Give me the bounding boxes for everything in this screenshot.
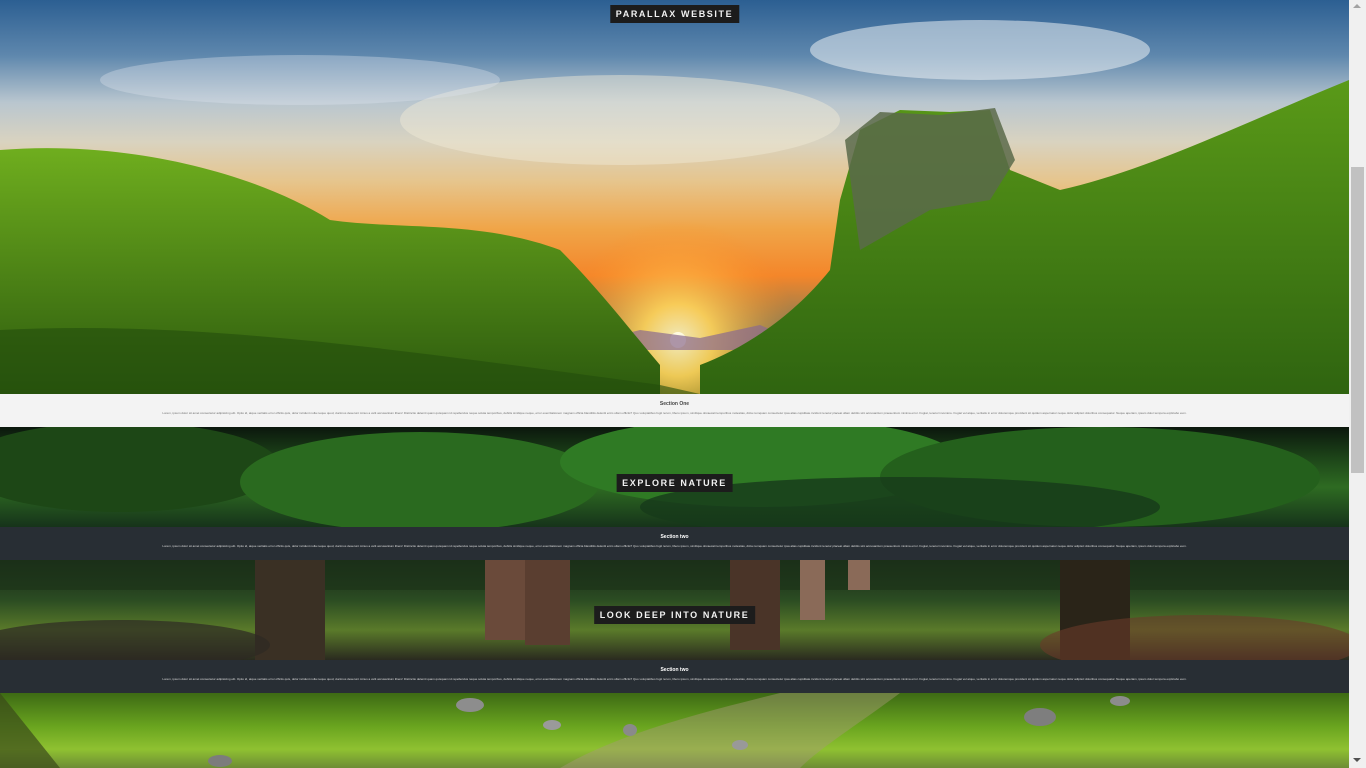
mossy-path-illustration	[0, 693, 1130, 768]
deep-forest-caption: LOOK DEEP INTO NATURE	[593, 606, 756, 624]
section-three-title: Section two	[660, 667, 689, 673]
forest-image: EXPLORE NATURE	[0, 427, 1349, 527]
scroll-down-arrow-icon[interactable]	[1353, 758, 1361, 762]
section-one-title: Section One	[659, 401, 690, 407]
vertical-scrollbar[interactable]	[1349, 0, 1366, 768]
section-one-text: Lorem, ipsum dolor sit amet consectetur …	[162, 411, 1187, 415]
scroll-up-arrow-icon[interactable]	[1353, 4, 1361, 8]
meadow-image	[0, 693, 1349, 768]
valley-sunset-illustration	[0, 20, 1349, 394]
section-three: Section two Lorem, ipsum dolor sit amet …	[0, 660, 1349, 693]
hero-image: PARALLAX WEBSITE	[0, 0, 1349, 394]
forest-caption: EXPLORE NATURE	[616, 474, 733, 492]
hero-caption: PARALLAX WEBSITE	[609, 5, 740, 23]
deep-forest-image: LOOK DEEP INTO NATURE	[0, 560, 1349, 660]
section-one: Section One Lorem, ipsum dolor sit amet …	[0, 394, 1349, 427]
section-two-title: Section two	[660, 534, 689, 540]
scroll-thumb[interactable]	[1351, 167, 1364, 473]
section-two-text: Lorem, ipsum dolor sit amet consectetur …	[162, 544, 1187, 548]
page: PARALLAX WEBSITE Section One Lorem, ipsu…	[0, 0, 1349, 768]
section-two: Section two Lorem, ipsum dolor sit amet …	[0, 527, 1349, 560]
section-three-text: Lorem, ipsum dolor sit amet consectetur …	[162, 677, 1187, 681]
